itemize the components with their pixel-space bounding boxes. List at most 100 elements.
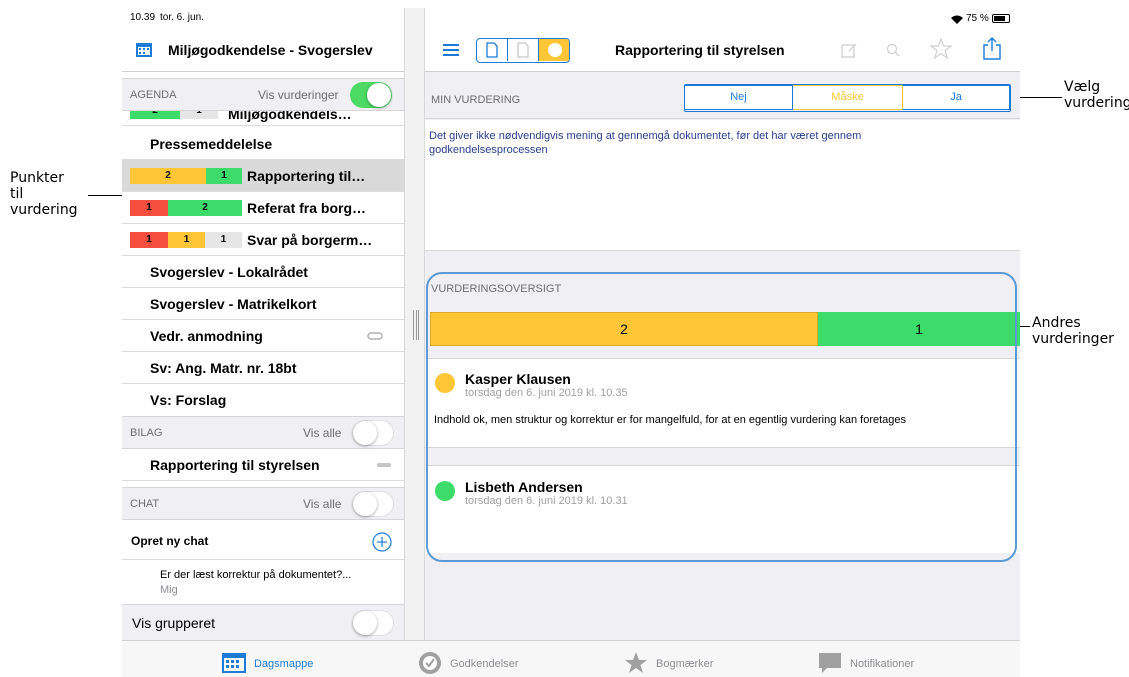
agenda-item[interactable]: Pressemeddelelse: [122, 128, 404, 160]
rating-option-nej[interactable]: Nej: [684, 85, 793, 110]
rating-option-ja[interactable]: Ja: [902, 85, 1010, 110]
rating-bar-segment: 1: [130, 232, 168, 248]
vis-vurderinger-label: Vis vurderinger: [258, 88, 339, 102]
agenda-section-header: AGENDA Vis vurderinger: [122, 78, 404, 111]
agenda-item-label: Miljøgodkendels…: [228, 111, 352, 122]
agenda-item[interactable]: Vedr. anmodning: [122, 320, 404, 352]
rating-bar-segment: 1: [206, 168, 242, 184]
search-icon[interactable]: [886, 43, 900, 57]
document-icon: [486, 42, 498, 58]
tab-label: Dagsmappe: [254, 658, 314, 670]
document-icon: [377, 463, 391, 467]
agenda-item-label: Vs: Forslag: [150, 392, 227, 408]
annotation-punkter: Punkter til vurdering: [10, 170, 78, 218]
sidebar: 10.39 tor. 6. jun. Miljøgodkendelse - Sv…: [122, 8, 404, 640]
drag-handle-icon[interactable]: [413, 310, 419, 340]
overview-highlight: [426, 272, 1017, 562]
view-mode-control: [476, 38, 570, 63]
rating-bar-segment: 2: [130, 111, 180, 119]
agenda-item-label: Svar på borgerm…: [247, 232, 373, 248]
detail-toolbar: Rapportering til styrelsen: [425, 30, 1020, 72]
my-rating-comment-box[interactable]: Det giver ikke nødvendigvis mening at ge…: [425, 120, 1020, 251]
my-rating-comment: Det giver ikke nødvendigvis mening at ge…: [429, 130, 862, 156]
agenda-item-label: Vedr. anmodning: [150, 328, 263, 344]
split-divider[interactable]: [404, 8, 425, 640]
page-title: Rapportering til styrelsen: [615, 42, 785, 58]
new-chat-row[interactable]: Opret ny chat: [122, 520, 404, 560]
agenda-label: AGENDA: [130, 89, 177, 101]
agenda-item-label: Sv: Ang. Matr. nr. 18bt: [150, 360, 297, 376]
chat-vis-alle-label: Vis alle: [303, 497, 342, 511]
agenda-item-label: Referat fra borg…: [247, 200, 367, 216]
tab-bar: Dagsmappe Godkendelser Bogmærker Notifik…: [122, 640, 1020, 677]
rating-bar-segment: 2: [168, 200, 242, 216]
agenda-item-label: Svogerslev - Matrikelkort: [150, 296, 317, 312]
calendar-icon: [136, 43, 152, 57]
new-chat-label: Opret ny chat: [131, 534, 209, 548]
annotation-line-top-right: [1014, 97, 1062, 98]
agenda-item-label: Pressemeddelelse: [150, 136, 273, 152]
detail-pane: 75 % Rapportering til styrelsen MIN VURD…: [425, 8, 1020, 640]
speech-bubble-icon: [819, 653, 841, 673]
bilag-vis-alle-toggle[interactable]: [352, 420, 394, 446]
bilag-label: BILAG: [130, 427, 163, 439]
rating-option-maaske[interactable]: Måske: [793, 85, 902, 110]
rating-bar-segment: 1: [130, 200, 168, 216]
agenda-item-label: Rapportering til…: [247, 168, 366, 184]
bilag-item-label: Rapportering til styrelsen: [150, 457, 320, 473]
battery-icon: [992, 14, 1010, 23]
agenda-item-partial[interactable]: 2 1 Miljøgodkendels…: [122, 111, 404, 126]
tab-notifikationer[interactable]: Notifikationer: [818, 641, 948, 677]
chat-label: CHAT: [130, 498, 160, 510]
edit-icon[interactable]: [841, 42, 857, 58]
tab-dagsmappe[interactable]: Dagsmappe: [222, 641, 352, 677]
grouped-label: Vis grupperet: [132, 615, 216, 631]
annotation-vaelg: Vælg vurdering: [1064, 79, 1129, 111]
chat-vis-alle-toggle[interactable]: [352, 491, 394, 517]
agenda-item[interactable]: Svogerslev - Lokalrådet: [122, 256, 404, 288]
edit-view-button[interactable]: [508, 39, 539, 61]
document-view-button[interactable]: [477, 39, 508, 61]
calendar-icon: [222, 653, 246, 673]
tab-bogmaerker[interactable]: Bogmærker: [624, 641, 754, 677]
sidebar-header: Miljøgodkendelse - Svogerslev: [122, 30, 404, 72]
status-time: 10.39: [130, 12, 156, 23]
agenda-item[interactable]: Svogerslev - Matrikelkort: [122, 288, 404, 320]
star-icon[interactable]: [930, 38, 952, 60]
tab-godkendelser[interactable]: Godkendelser: [418, 641, 548, 677]
rating-bar-segment: 1: [180, 111, 218, 119]
battery-percent: 75 %: [966, 13, 989, 24]
tab-label: Bogmærker: [656, 658, 714, 670]
chat-message-text: Er der læst korrektur på dokumentet?...: [160, 569, 352, 581]
wifi-icon: [951, 15, 963, 24]
star-icon: [625, 652, 647, 673]
rating-view-button[interactable]: [539, 39, 569, 61]
rating-bar-segment: 1: [168, 232, 205, 248]
agenda-item-selected[interactable]: 2 1 Rapportering til…: [122, 160, 404, 192]
status-date: tor. 6. jun.: [160, 12, 204, 23]
menu-icon[interactable]: [443, 43, 459, 57]
add-chat-icon[interactable]: [372, 532, 392, 552]
grouped-toggle[interactable]: [352, 610, 394, 636]
share-icon[interactable]: [983, 36, 1001, 60]
sidebar-title: Miljøgodkendelse - Svogerslev: [168, 42, 373, 58]
bilag-vis-alle-label: Vis alle: [303, 426, 342, 440]
chat-section-header: CHAT Vis alle: [122, 487, 404, 520]
my-rating-label: MIN VURDERING: [431, 94, 521, 106]
rating-circle-icon: [548, 43, 562, 57]
annotation-andres: Andres vurderinger: [1032, 315, 1114, 347]
vis-vurderinger-toggle[interactable]: [350, 82, 392, 108]
agenda-item[interactable]: Sv: Ang. Matr. nr. 18bt: [122, 352, 404, 384]
attachment-icon: [367, 332, 383, 340]
document-edit-icon: [517, 42, 529, 58]
agenda-item-label: Svogerslev - Lokalrådet: [150, 264, 308, 280]
tab-label: Godkendelser: [450, 658, 519, 670]
agenda-item[interactable]: 1 1 1 Svar på borgerm…: [122, 224, 404, 256]
agenda-item[interactable]: Vs: Forslag: [122, 384, 404, 416]
ipad-screen: 10.39 tor. 6. jun. Miljøgodkendelse - Sv…: [122, 8, 1020, 677]
approval-badge-icon: [419, 652, 441, 674]
chat-sender: Mig: [160, 584, 178, 596]
chat-message[interactable]: Er der læst korrektur på dokumentet?... …: [122, 560, 404, 602]
bilag-item[interactable]: Rapportering til styrelsen: [122, 449, 404, 481]
agenda-item[interactable]: 1 2 Referat fra borg…: [122, 192, 404, 224]
